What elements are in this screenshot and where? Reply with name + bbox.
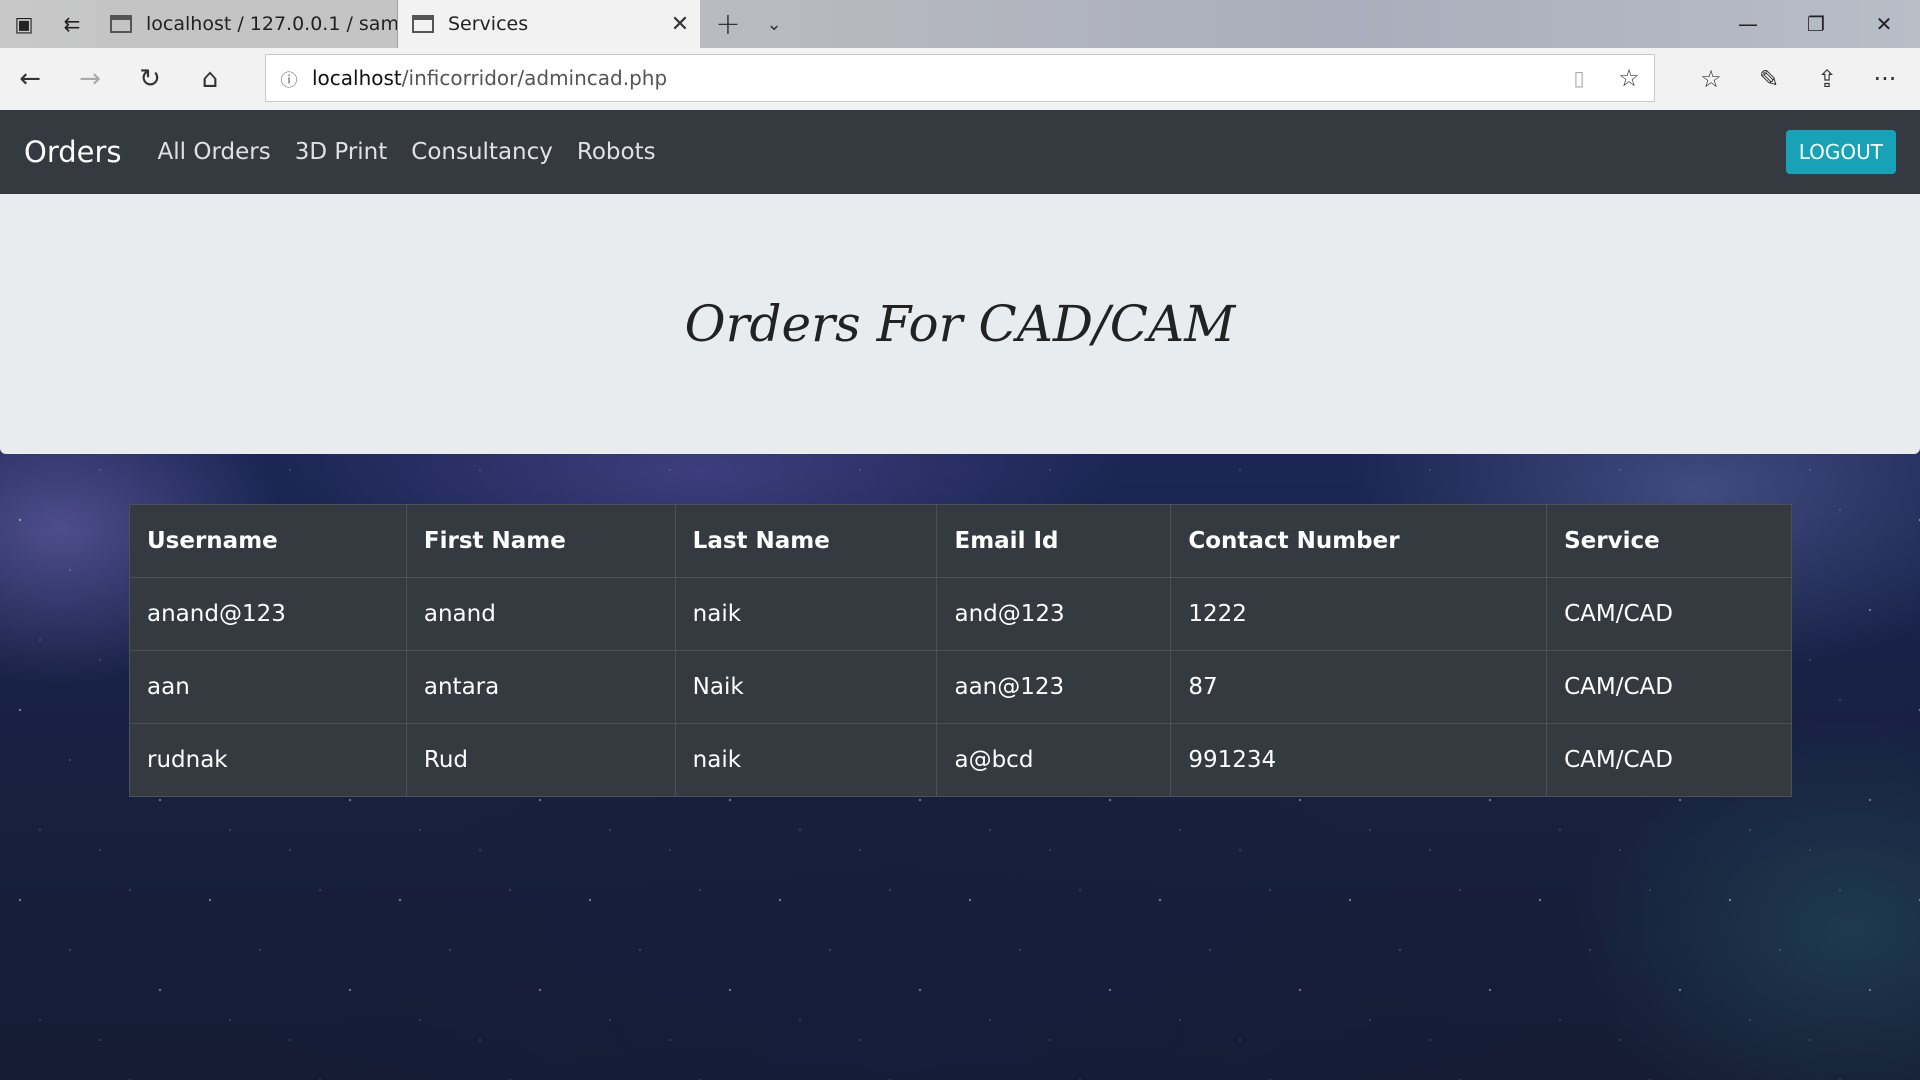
close-window-button[interactable]: ✕ [1850, 0, 1918, 48]
site-navbar: Orders All Orders 3D Print Consultancy R… [0, 110, 1920, 194]
favorite-star-icon[interactable]: ☆ [1604, 64, 1654, 92]
favorites-list-icon[interactable]: ☆ [1682, 48, 1740, 110]
column-header-last-name: Last Name [674, 504, 938, 578]
cell-service: CAM/CAD [1546, 650, 1792, 724]
cell-service: CAM/CAD [1546, 577, 1792, 651]
minimize-window-button[interactable]: — [1714, 0, 1782, 48]
tab-list-chevron-icon[interactable]: ⌄ [752, 0, 796, 48]
cell-email-id: aan@123 [936, 650, 1172, 724]
tab-title: Services [448, 13, 529, 35]
url-path: /inficorridor/admincad.php [401, 66, 668, 90]
refresh-button[interactable]: ↻ [120, 48, 180, 110]
restore-window-button[interactable]: ❐ [1782, 0, 1850, 48]
cell-username: aan [129, 650, 407, 724]
browser-tab-services[interactable]: Services ✕ [398, 0, 700, 48]
cell-first-name: antara [405, 650, 676, 724]
column-header-service: Service [1546, 504, 1792, 578]
close-tab-icon[interactable]: ✕ [660, 12, 700, 37]
orders-table: Username First Name Last Name Email Id C… [129, 504, 1792, 797]
column-header-email-id: Email Id [936, 504, 1172, 578]
table-header-row: Username First Name Last Name Email Id C… [129, 504, 1792, 578]
column-header-username: Username [129, 504, 407, 578]
cell-email-id: and@123 [936, 577, 1172, 651]
back-button[interactable]: ← [0, 48, 60, 110]
nav-link-3d-print[interactable]: 3D Print [295, 139, 388, 165]
cell-contact-number: 1222 [1170, 577, 1548, 651]
browser-tab-bar: ▣ ⇇ localhost / 127.0.0.1 / samp Service… [0, 0, 1920, 48]
cell-service: CAM/CAD [1546, 723, 1792, 797]
column-header-first-name: First Name [405, 504, 676, 578]
new-tab-button[interactable]: + [706, 0, 750, 48]
cell-last-name: Naik [674, 650, 938, 724]
nav-link-consultancy[interactable]: Consultancy [411, 139, 553, 165]
tab-title: localhost / 127.0.0.1 / samp [146, 13, 397, 35]
site-info-icon[interactable]: ⓘ [266, 66, 312, 91]
url-host: localhost [312, 66, 402, 90]
cell-contact-number: 991234 [1170, 723, 1548, 797]
cell-first-name: anand [405, 577, 676, 651]
page-title: Orders For CAD/CAM [684, 295, 1236, 353]
page-viewport: Orders All Orders 3D Print Consultancy R… [0, 110, 1920, 1080]
table-row: aan antara Naik aan@123 87 CAM/CAD [129, 650, 1792, 724]
cell-contact-number: 87 [1170, 650, 1548, 724]
cell-username: anand@123 [129, 577, 407, 651]
cell-first-name: Rud [405, 723, 676, 797]
url-field[interactable]: ⓘ localhost/inficorridor/admincad.php ▯ … [265, 54, 1655, 102]
browser-address-bar: ← → ↻ ⌂ ⓘ localhost/inficorridor/adminca… [0, 48, 1920, 111]
cell-email-id: a@bcd [936, 723, 1172, 797]
cell-username: rudnak [129, 723, 407, 797]
navbar-brand[interactable]: Orders [24, 135, 122, 169]
page-icon [412, 15, 434, 33]
nav-link-robots[interactable]: Robots [577, 139, 656, 165]
nav-link-all-orders[interactable]: All Orders [158, 139, 271, 165]
cell-last-name: naik [674, 577, 938, 651]
more-menu-icon[interactable]: ··· [1856, 48, 1914, 110]
share-icon[interactable]: ⇪ [1798, 48, 1856, 110]
browser-tab-phpmyadmin[interactable]: localhost / 127.0.0.1 / samp [96, 0, 398, 48]
cell-last-name: naik [674, 723, 938, 797]
page-header-jumbotron: Orders For CAD/CAM [0, 194, 1920, 454]
table-row: anand@123 anand naik and@123 1222 CAM/CA… [129, 577, 1792, 651]
web-note-pen-icon[interactable]: ✎ [1740, 48, 1798, 110]
set-tabs-aside-icon[interactable]: ⇇ [48, 0, 96, 48]
column-header-contact-number: Contact Number [1170, 504, 1548, 578]
logout-button[interactable]: LOGOUT [1785, 130, 1896, 174]
table-row: rudnak Rud naik a@bcd 991234 CAM/CAD [129, 723, 1792, 797]
reading-view-icon[interactable]: ▯ [1554, 66, 1604, 90]
page-icon [110, 15, 132, 33]
forward-button[interactable]: → [60, 48, 120, 110]
tab-actions-icon[interactable]: ▣ [0, 0, 48, 48]
home-button[interactable]: ⌂ [180, 48, 240, 110]
url-text[interactable]: localhost/inficorridor/admincad.php [312, 66, 1554, 90]
